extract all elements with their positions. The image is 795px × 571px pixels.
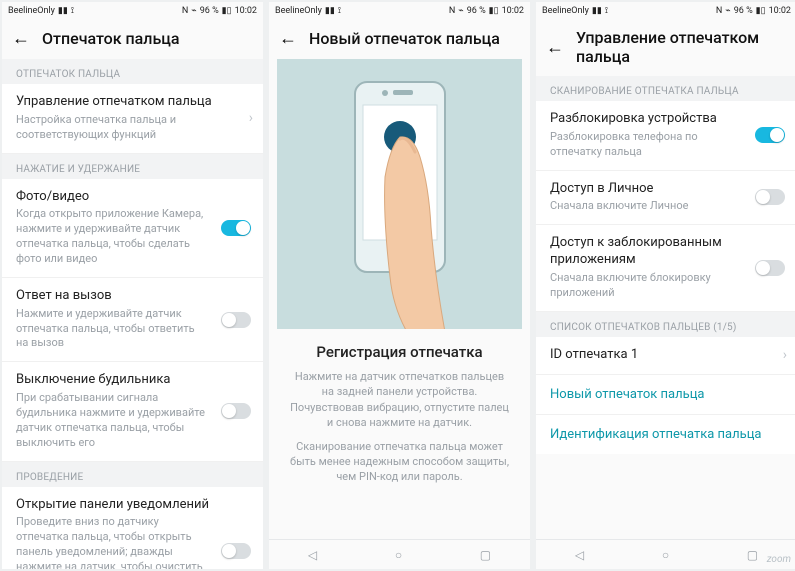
nfc-icon: N xyxy=(182,6,188,16)
nav-home-icon[interactable]: ○ xyxy=(662,548,669,562)
row-access-safe[interactable]: Доступ в Личное Сначала включите Личное xyxy=(536,171,795,226)
row-title: Доступ к заблокированным приложениям xyxy=(550,235,783,269)
link-new-fingerprint[interactable]: Новый отпечаток пальца xyxy=(536,375,795,415)
chevron-right-icon: › xyxy=(783,347,787,363)
row-subtitle: Когда открыто приложение Камера, нажмите… xyxy=(16,207,249,266)
row-subtitle: Сначала включите Личное xyxy=(550,199,783,214)
carrier-label: BeelineOnly xyxy=(8,6,55,16)
section-label-hold: НАЖАТИЕ И УДЕРЖАНИЕ xyxy=(2,154,263,179)
bt-icon: ⌁ xyxy=(191,6,196,16)
registration-text-1: Нажмите на датчик отпечатков пальцев на … xyxy=(289,369,510,431)
nav-recent-icon[interactable]: ▢ xyxy=(747,548,758,562)
section-label-scan: СКАНИРОВАНИЕ ОТПЕЧАТКА ПАЛЬЦА xyxy=(536,76,795,101)
row-manage-fingerprint[interactable]: Управление отпечатком пальца Настройка о… xyxy=(2,84,263,154)
screen-manage-fingerprint: BeelineOnly ▮▮ ⟟ N ⌁ 96 % ▮▯ 10:02 ← Упр… xyxy=(536,2,795,569)
carrier-label: BeelineOnly xyxy=(542,6,589,16)
back-icon[interactable]: ← xyxy=(546,37,564,58)
status-bar: BeelineOnly ▮▮ ⟟ N ⌁ 96 % ▮▯ 10:02 xyxy=(2,2,263,20)
row-title: Фото/видео xyxy=(16,189,249,206)
signal-icon: ▮▮ xyxy=(592,6,602,16)
content: Регистрация отпечатка Нажмите на датчик … xyxy=(269,59,530,569)
row-title: Ответ на вызов xyxy=(16,288,249,305)
nav-bar: ◁ ○ ▢ xyxy=(269,539,530,569)
header: ← Управление отпечатком пальца xyxy=(536,20,795,76)
wifi-icon: ⟟ xyxy=(71,6,74,16)
battery-pct: 96 % xyxy=(467,6,486,16)
signal-icon: ▮▮ xyxy=(325,6,335,16)
row-title: ID отпечатка 1 xyxy=(550,347,783,364)
toggle-answer[interactable] xyxy=(221,312,251,328)
page-title: Новый отпечаток пальца xyxy=(309,29,500,48)
row-title: Выключение будильника xyxy=(16,372,249,389)
section-label-fingerprint: ОТПЕЧАТОК ПАЛЬЦА xyxy=(2,59,263,84)
nfc-icon: N xyxy=(449,6,455,16)
nav-recent-icon[interactable]: ▢ xyxy=(480,548,491,562)
page-title: Управление отпечатком пальца xyxy=(576,28,787,66)
status-bar: BeelineOnly ▮▮ ⟟ N ⌁ 96 % ▮▯ 10:02 xyxy=(536,2,795,20)
registration-title: Регистрация отпечатка xyxy=(285,343,514,361)
row-fingerprint-id-1[interactable]: ID отпечатка 1 › xyxy=(536,337,795,375)
section-label-swipe: ПРОВЕДЕНИЕ xyxy=(2,462,263,487)
row-title: Разблокировка устройства xyxy=(550,111,783,128)
registration-text-2: Сканирование отпечатка пальца может быть… xyxy=(289,439,510,485)
clock: 10:02 xyxy=(769,6,791,16)
row-photo-video[interactable]: Фото/видео Когда открыто приложение Каме… xyxy=(2,179,263,278)
row-stop-alarm[interactable]: Выключение будильника При срабатывании с… xyxy=(2,362,263,461)
wifi-icon: ⟟ xyxy=(605,6,608,16)
signal-icon: ▮▮ xyxy=(58,6,68,16)
row-subtitle: Проведите вниз по датчику отпечатка паль… xyxy=(16,515,249,569)
battery-icon: ▮▯ xyxy=(756,6,766,16)
wifi-icon: ⟟ xyxy=(338,6,341,16)
link-identify-fingerprint[interactable]: Идентификация отпечатка пальца xyxy=(536,415,795,454)
fingerprint-illustration xyxy=(277,59,522,329)
nav-back-icon[interactable]: ◁ xyxy=(575,548,584,562)
back-icon[interactable]: ← xyxy=(279,28,297,49)
phone-finger-icon xyxy=(335,77,465,329)
nav-home-icon[interactable]: ○ xyxy=(395,548,402,562)
content: СКАНИРОВАНИЕ ОТПЕЧАТКА ПАЛЬЦА Разблокиро… xyxy=(536,76,795,569)
status-bar: BeelineOnly ▮▮ ⟟ N ⌁ 96 % ▮▯ 10:02 xyxy=(269,2,530,20)
battery-pct: 96 % xyxy=(734,6,753,16)
watermark: zoom xyxy=(767,554,791,565)
nav-bar: ◁ ○ ▢ xyxy=(536,539,795,569)
bt-icon: ⌁ xyxy=(725,6,730,16)
nfc-icon: N xyxy=(716,6,722,16)
row-subtitle: Разблокировка телефона по отпечатку паль… xyxy=(550,130,783,160)
page-title: Отпечаток пальца xyxy=(42,29,180,48)
screen-new-fingerprint: BeelineOnly ▮▮ ⟟ N ⌁ 96 % ▮▯ 10:02 ← Нов… xyxy=(269,2,530,569)
header: ← Новый отпечаток пальца xyxy=(269,20,530,59)
nav-back-icon[interactable]: ◁ xyxy=(308,548,317,562)
row-subtitle: При срабатывании сигнала будильника нажм… xyxy=(16,391,249,450)
back-icon[interactable]: ← xyxy=(12,28,30,49)
row-subtitle: Сначала включите блокировку приложений xyxy=(550,271,783,301)
chevron-right-icon: › xyxy=(249,110,253,126)
row-app-lock[interactable]: Доступ к заблокированным приложениям Сна… xyxy=(536,225,795,311)
battery-icon: ▮▯ xyxy=(489,6,499,16)
toggle-applock[interactable] xyxy=(755,260,785,276)
row-title: Управление отпечатком пальца xyxy=(16,94,249,111)
carrier-label: BeelineOnly xyxy=(275,6,322,16)
toggle-unlock[interactable] xyxy=(755,127,785,143)
bt-icon: ⌁ xyxy=(458,6,463,16)
row-subtitle: Нажмите и удерживайте датчик отпечатка п… xyxy=(16,307,249,352)
clock: 10:02 xyxy=(235,6,257,16)
toggle-alarm[interactable] xyxy=(221,403,251,419)
battery-icon: ▮▯ xyxy=(222,6,232,16)
clock: 10:02 xyxy=(502,6,524,16)
row-open-notifications[interactable]: Открытие панели уведомлений Проведите вн… xyxy=(2,487,263,569)
row-subtitle: Настройка отпечатка пальца и соответству… xyxy=(16,113,249,143)
screen-fingerprint-settings: BeelineOnly ▮▮ ⟟ N ⌁ 96 % ▮▯ 10:02 ← Отп… xyxy=(2,2,263,569)
toggle-panel[interactable] xyxy=(221,543,251,559)
row-title: Открытие панели уведомлений xyxy=(16,497,249,514)
row-answer-call[interactable]: Ответ на вызов Нажмите и удерживайте дат… xyxy=(2,278,263,362)
row-unlock-device[interactable]: Разблокировка устройства Разблокировка т… xyxy=(536,101,795,171)
section-label-list: СПИСОК ОТПЕЧАТКОВ ПАЛЬЦЕВ (1/5) xyxy=(536,312,795,337)
header: ← Отпечаток пальца xyxy=(2,20,263,59)
content: ОТПЕЧАТОК ПАЛЬЦА Управление отпечатком п… xyxy=(2,59,263,569)
row-title: Доступ в Личное xyxy=(550,181,783,198)
toggle-safe[interactable] xyxy=(755,189,785,205)
toggle-photo[interactable] xyxy=(221,220,251,236)
battery-pct: 96 % xyxy=(200,6,219,16)
